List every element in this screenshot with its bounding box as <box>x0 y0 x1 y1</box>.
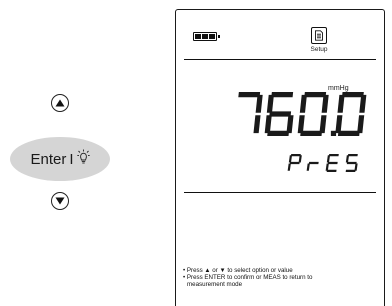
reading-digit <box>297 92 329 136</box>
down-triangle-icon <box>55 197 65 205</box>
document-icon <box>311 27 327 44</box>
battery-full-icon <box>193 32 220 41</box>
parameter-character <box>345 154 358 173</box>
decimal-point <box>330 130 337 136</box>
backlight-lamp-icon <box>76 149 90 164</box>
up-triangle-icon <box>55 99 65 107</box>
parameter-character <box>306 161 319 171</box>
enter-button[interactable]: Enter I <box>10 137 110 181</box>
instructions: • Press ▲ or ▼ to select option or value… <box>183 267 379 288</box>
down-arrow-button[interactable] <box>51 192 69 210</box>
reading-digit <box>335 92 367 136</box>
parameter-character <box>325 154 339 173</box>
divider <box>184 59 376 60</box>
parameter-character <box>287 154 302 171</box>
enter-label: Enter <box>30 150 67 168</box>
enter-separator: I <box>69 150 74 168</box>
device-screen: Setup mmHg • Press ▲ or ▼ to select opti… <box>175 9 385 306</box>
instruction-line: measurement mode <box>187 280 243 288</box>
reading-digit <box>238 92 263 134</box>
divider <box>184 192 376 193</box>
main-reading <box>238 92 367 136</box>
parameter-mnemonic <box>287 154 358 173</box>
reading-digit <box>264 92 294 136</box>
up-arrow-button[interactable] <box>51 94 69 112</box>
setup-label: Setup <box>310 46 328 53</box>
